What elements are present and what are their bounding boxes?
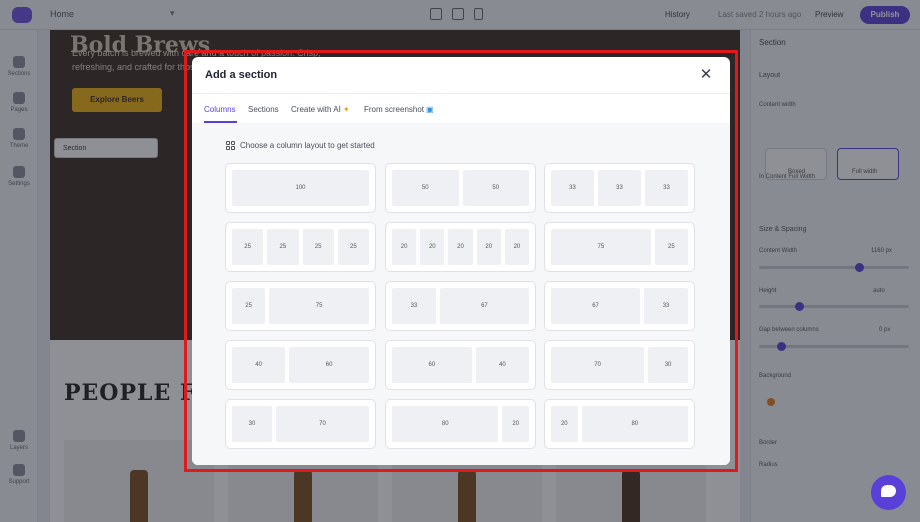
column-layout-preview: 67 33 — [551, 288, 688, 324]
column-layout-preview: 33 33 33 — [551, 170, 688, 206]
chat-icon — [881, 485, 896, 497]
column-layout-card[interactable]: 75 25 — [544, 222, 695, 272]
column-layout-card[interactable]: 70 30 — [544, 340, 695, 390]
tab-create-with-ai-label: Create with AI — [291, 105, 341, 114]
column-layout-preview: 20 20 20 20 20 — [392, 229, 530, 265]
column-block: 33 — [644, 288, 688, 324]
column-layout-preview: 33 67 — [392, 288, 529, 324]
column-layout-preview: 20 80 — [551, 406, 688, 442]
column-block: 20 — [551, 406, 578, 442]
column-layout-card[interactable]: 50 50 — [385, 163, 536, 213]
tab-sections[interactable]: Sections — [248, 105, 279, 114]
column-block: 30 — [232, 406, 272, 442]
column-layout-card[interactable]: 25 75 — [225, 281, 376, 331]
column-layout-preview: 60 40 — [392, 347, 529, 383]
column-layout-card[interactable]: 100 — [225, 163, 376, 213]
tab-create-with-ai[interactable]: Create with AI ✦ — [291, 105, 350, 114]
column-block: 33 — [551, 170, 594, 206]
column-block: 100 — [232, 170, 369, 206]
close-icon[interactable]: ✕ — [697, 66, 715, 84]
column-block: 30 — [648, 347, 688, 383]
screenshot-icon: ▣ — [426, 105, 434, 114]
column-block: 20 — [420, 229, 445, 265]
column-block: 20 — [502, 406, 529, 442]
column-block: 80 — [392, 406, 499, 442]
column-block: 75 — [269, 288, 369, 324]
tab-from-screenshot-label: From screenshot — [364, 105, 425, 114]
column-layout-card[interactable]: 25 25 25 25 — [225, 222, 376, 272]
column-block: 20 — [476, 229, 501, 265]
chat-button[interactable] — [871, 475, 906, 510]
column-block: 50 — [392, 170, 459, 206]
column-layout-card[interactable]: 30 70 — [225, 399, 376, 449]
column-block: 33 — [392, 288, 436, 324]
column-block: 33 — [645, 170, 688, 206]
column-block: 75 — [551, 229, 651, 265]
column-block: 25 — [302, 229, 334, 265]
column-block: 40 — [232, 347, 286, 383]
column-layout-card[interactable]: 67 33 — [544, 281, 695, 331]
column-block: 70 — [275, 406, 369, 442]
grid-icon — [226, 141, 235, 150]
column-block: 67 — [439, 288, 529, 324]
column-block: 40 — [475, 347, 529, 383]
column-layout-preview: 50 50 — [392, 170, 529, 206]
column-layout-preview: 100 — [232, 170, 369, 206]
column-layout-card[interactable]: 40 60 — [225, 340, 376, 390]
column-block: 80 — [581, 406, 688, 442]
add-section-modal: Add a section ✕ Columns Sections Create … — [192, 57, 730, 465]
column-block: 60 — [289, 347, 369, 383]
column-block: 25 — [232, 229, 264, 265]
hint-text: Choose a column layout to get started — [240, 141, 375, 150]
column-block: 25 — [337, 229, 369, 265]
tab-columns[interactable]: Columns — [204, 105, 236, 114]
column-layout-preview: 80 20 — [392, 406, 529, 442]
column-block: 25 — [232, 288, 266, 324]
modal-title: Add a section — [205, 69, 278, 81]
hint-row: Choose a column layout to get started — [226, 141, 375, 150]
column-block: 25 — [654, 229, 688, 265]
tab-from-screenshot[interactable]: From screenshot ▣ — [364, 105, 434, 114]
column-layout-card[interactable]: 80 20 — [385, 399, 536, 449]
column-layout-preview: 75 25 — [551, 229, 688, 265]
column-layout-preview: 40 60 — [232, 347, 369, 383]
column-layout-card[interactable]: 33 67 — [385, 281, 536, 331]
column-layout-card[interactable]: 60 40 — [385, 340, 536, 390]
column-layout-card[interactable]: 20 80 — [544, 399, 695, 449]
column-block: 50 — [462, 170, 529, 206]
column-block: 25 — [267, 229, 299, 265]
column-layout-preview: 25 75 — [232, 288, 369, 324]
column-layout-card[interactable]: 33 33 33 — [544, 163, 695, 213]
column-block: 60 — [392, 347, 472, 383]
column-layout-preview: 30 70 — [232, 406, 369, 442]
column-block: 67 — [551, 288, 641, 324]
column-layout-preview: 70 30 — [551, 347, 688, 383]
sparkle-icon: ✦ — [342, 105, 350, 114]
column-block: 20 — [448, 229, 473, 265]
column-layout-card[interactable]: 20 20 20 20 20 — [385, 222, 536, 272]
column-block: 70 — [551, 347, 645, 383]
column-block: 20 — [392, 229, 417, 265]
column-block: 33 — [598, 170, 641, 206]
column-block: 20 — [504, 229, 530, 265]
modal-body: Choose a column layout to get started 10… — [192, 123, 730, 465]
column-layout-preview: 25 25 25 25 — [232, 229, 369, 265]
modal-header: Add a section ✕ — [192, 57, 730, 94]
